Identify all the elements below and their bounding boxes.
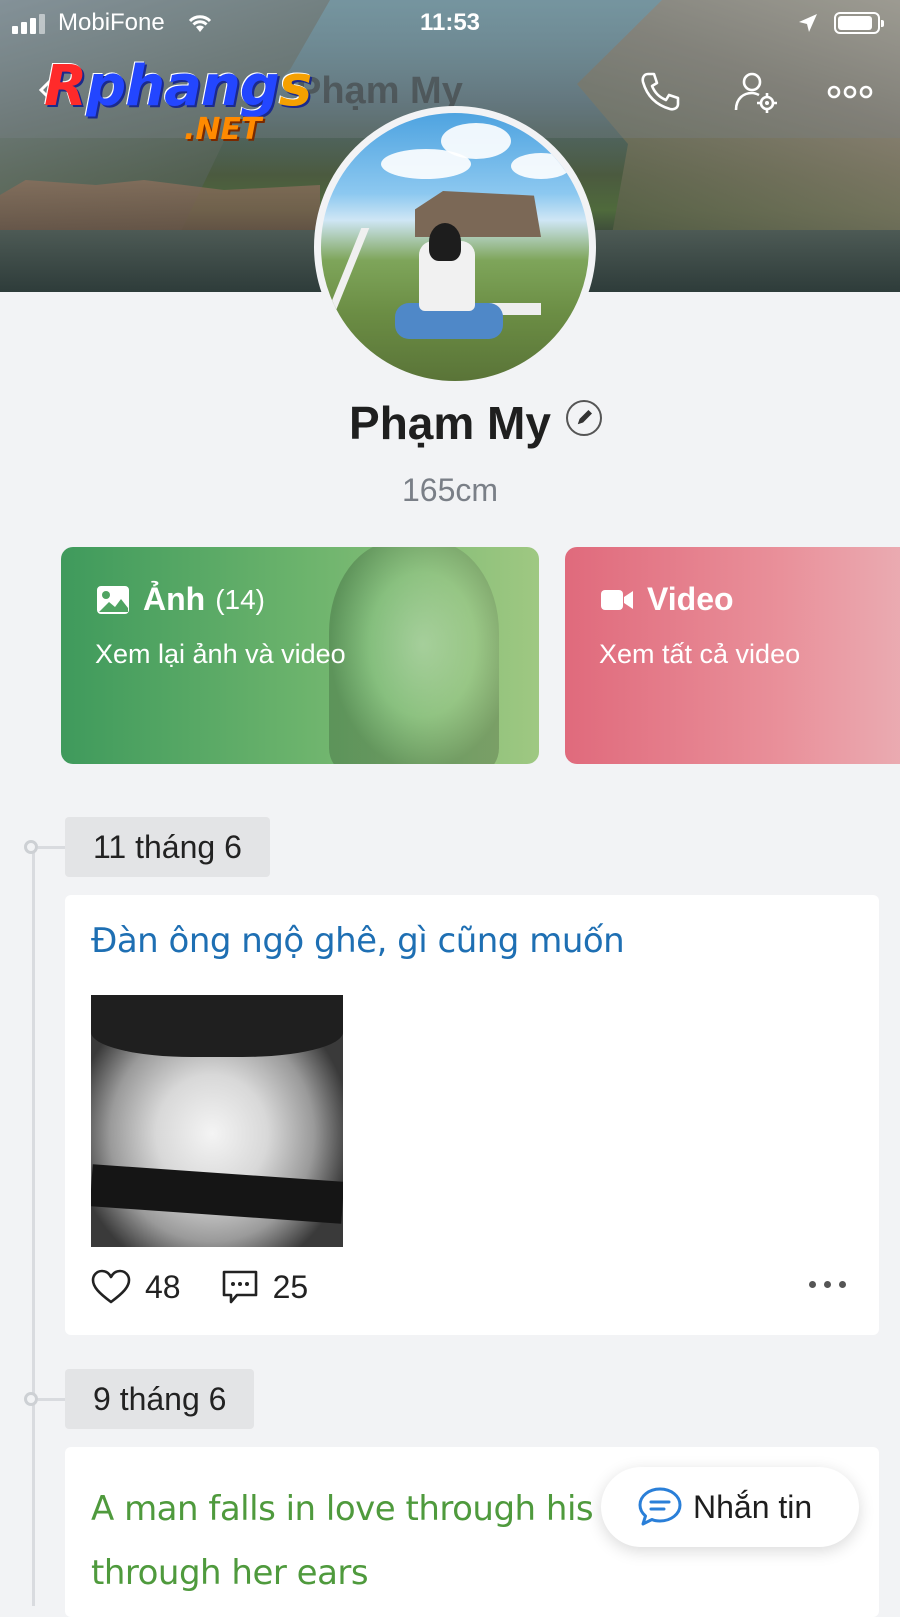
watermark-logo: Rphangs .NET xyxy=(44,54,314,154)
like-count: 48 xyxy=(145,1268,181,1305)
timeline-connector xyxy=(38,846,66,849)
videos-card-title: Video xyxy=(647,581,734,617)
user-settings-icon[interactable] xyxy=(732,68,780,116)
comment-button[interactable]: 25 xyxy=(221,1268,309,1306)
cover-houses xyxy=(0,180,320,230)
post-text: Đàn ông ngộ ghê, gì cũng muốn xyxy=(91,921,625,961)
videos-card-subtitle: Xem tất cả video xyxy=(599,639,801,669)
like-button[interactable]: 48 xyxy=(91,1269,181,1306)
comment-count: 25 xyxy=(272,1268,309,1305)
photos-card-subtitle: Xem lại ảnh và video xyxy=(95,639,346,669)
timeline-connector xyxy=(38,1398,66,1401)
post-text-line: through her ears xyxy=(91,1553,369,1593)
comment-icon xyxy=(222,1270,257,1304)
date-chip: 9 tháng 6 xyxy=(65,1369,255,1429)
photos-card-title: Ảnh xyxy=(143,581,206,617)
watermark-logo-text: Rphangs xyxy=(44,54,312,119)
status-bar: MobiFone 11:53 xyxy=(0,0,900,44)
heart-icon xyxy=(91,1269,131,1304)
profile-name: Phạm My xyxy=(349,397,551,449)
image-icon xyxy=(97,585,129,614)
post-more-icon[interactable] xyxy=(809,1281,849,1291)
date-chip: 11 tháng 6 xyxy=(65,817,270,877)
photos-card-preview xyxy=(329,547,499,764)
message-button[interactable]: Nhắn tin xyxy=(601,1467,859,1547)
edit-pencil-icon[interactable] xyxy=(566,400,602,436)
post-photo[interactable] xyxy=(91,995,343,1247)
profile-subtitle: 165cm xyxy=(401,472,499,508)
timeline-post[interactable]: Đàn ông ngộ ghê, gì cũng muốn 48 25 xyxy=(65,895,879,1335)
phone-icon[interactable] xyxy=(636,68,684,116)
message-button-label: Nhắn tin xyxy=(693,1488,813,1525)
chat-icon xyxy=(638,1487,682,1526)
battery-icon xyxy=(834,12,884,34)
timeline-dot xyxy=(24,1392,38,1406)
video-camera-icon xyxy=(601,589,633,610)
post-actions: 48 25 xyxy=(91,1267,348,1307)
photos-card[interactable]: Ảnh (14) Xem lại ảnh và video xyxy=(61,547,539,764)
profile-avatar[interactable] xyxy=(314,106,596,388)
watermark-logo-suffix: .NET xyxy=(184,112,262,147)
timeline-dot xyxy=(24,840,38,854)
timeline-line xyxy=(32,846,35,1606)
location-arrow-icon xyxy=(799,14,817,32)
more-icon[interactable] xyxy=(826,68,874,116)
videos-card[interactable]: Video Xem tất cả video xyxy=(565,547,900,764)
photos-count: (14) xyxy=(215,583,265,615)
clock: 11:53 xyxy=(419,9,481,36)
